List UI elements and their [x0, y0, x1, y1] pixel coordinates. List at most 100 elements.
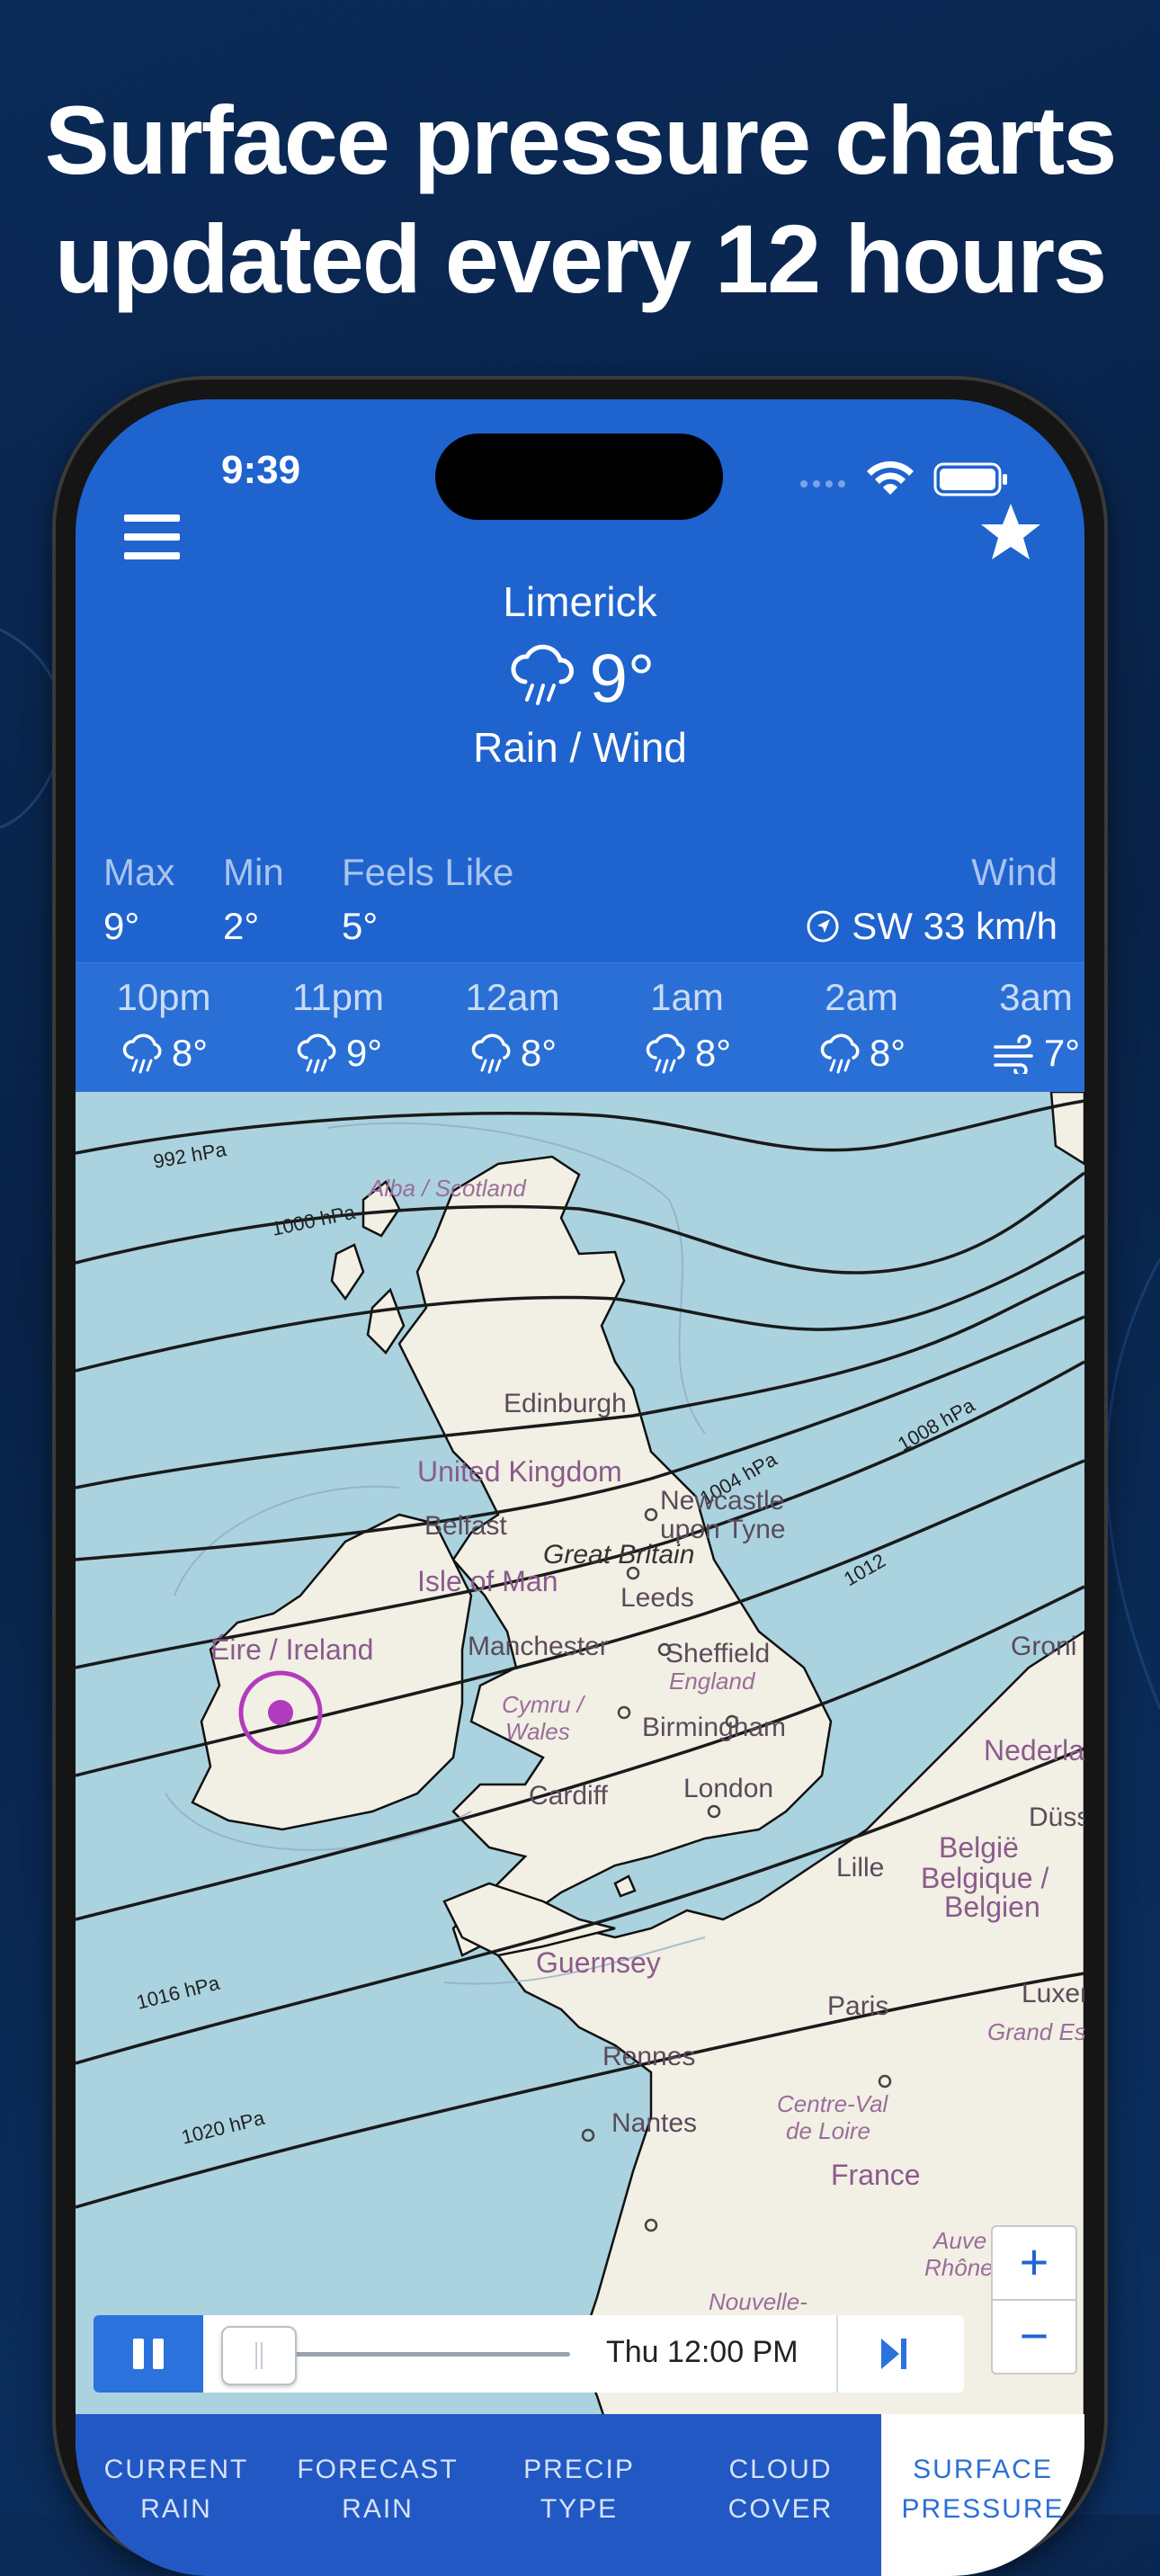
hour-temp: 8° [694, 1032, 732, 1074]
rain-cloud-icon [511, 644, 574, 705]
map-label: Birmingham [642, 1713, 787, 1742]
max-label: Max [103, 851, 175, 893]
tab-label: COVER [727, 2494, 834, 2524]
tab-label: PRESSURE [901, 2494, 1065, 2524]
wind-label: Wind [971, 851, 1057, 893]
map-label: Edinburgh [504, 1389, 627, 1418]
next-frame-button[interactable] [836, 2315, 946, 2393]
map-label: Manchester [468, 1632, 609, 1661]
hour-temp: 8° [869, 1032, 906, 1074]
headline-line-1: Surface pressure charts [44, 85, 1118, 194]
rain-cloud-icon [646, 1033, 685, 1074]
status-icons [800, 461, 1007, 496]
timeline-thumb[interactable] [221, 2326, 297, 2385]
map-label: Great Britain [543, 1540, 695, 1570]
menu-icon[interactable] [122, 507, 182, 567]
timeline-player: Thu 12:00 PM [94, 2315, 964, 2393]
headline-line-2: updated every 12 hours [54, 204, 1107, 313]
hour-forecast: 7° [946, 1032, 1084, 1078]
feels-like-label: Feels Like [342, 851, 514, 893]
rain-cloud-icon [820, 1033, 860, 1074]
map-label: België [939, 1831, 1019, 1864]
hour-time: 3am [999, 976, 1073, 1018]
pause-button[interactable] [94, 2315, 203, 2393]
map-label: Rennes [602, 2042, 696, 2071]
map-label: Lille [836, 1853, 885, 1883]
hour-temp: 9° [345, 1032, 383, 1074]
isobar-label: 1020 hPa [179, 2106, 267, 2149]
tab-label: CLOUD [728, 2455, 833, 2484]
wind-value-text: SW 33 km/h [852, 905, 1057, 947]
map-label: Düss [1029, 1802, 1084, 1832]
hour-temp: 8° [520, 1032, 558, 1074]
hour-temp: 8° [171, 1032, 209, 1074]
min-label: Min [223, 851, 284, 893]
map-label: Belfast [424, 1511, 507, 1541]
wifi-icon [867, 461, 914, 495]
favorite-star-icon[interactable] [978, 500, 1043, 565]
location-name: Limerick [503, 578, 657, 625]
dynamic-island [435, 434, 723, 520]
isobar-label: 1016 hPa [134, 1972, 222, 2014]
tab-current-rain[interactable]: CURRENT RAIN [76, 2414, 277, 2576]
tab-label: PRECIP [523, 2455, 635, 2484]
hourly-forecast[interactable]: 10pm 8° 11pm 9° 12am 8° 1am 8° 2am 8° 3a… [76, 962, 1084, 1093]
rain-cloud-icon [471, 1033, 511, 1074]
wind-icon [994, 1034, 1033, 1078]
tab-label: CURRENT [103, 2455, 249, 2484]
map-label: Grand Est [987, 2018, 1084, 2045]
hour-time: 11pm [292, 976, 384, 1018]
tab-label: RAIN [342, 2494, 414, 2524]
rain-cloud-icon [297, 1033, 336, 1074]
tab-label: FORECAST [297, 2455, 459, 2484]
zoom-in-button[interactable]: + [991, 2225, 1077, 2301]
hour-forecast: 8° [597, 1032, 777, 1078]
isobar-label: 992 hPa [152, 1138, 229, 1173]
map-label: London [683, 1774, 774, 1803]
max-value: 9° [103, 905, 140, 947]
tab-forecast-rain[interactable]: FORECAST RAIN [277, 2414, 478, 2576]
map-label: Groni [1011, 1632, 1077, 1661]
skip-forward-icon [881, 2339, 906, 2369]
pressure-map[interactable]: 992 hPa 1000 hPa 1004 hPa 1008 hPa 1012 … [76, 1092, 1084, 2450]
map-label: Éire / Ireland [210, 1633, 374, 1666]
zoom-out-button[interactable]: − [991, 2299, 1077, 2375]
map-label: Isle of Man [417, 1565, 558, 1597]
isobar-label: 1000 hPa [270, 1201, 358, 1240]
hour-forecast: 8° [772, 1032, 951, 1078]
wind-direction-icon [807, 910, 839, 943]
map-label: Paris [827, 1991, 889, 2021]
hour-forecast: 8° [76, 1032, 254, 1078]
map-label: de Loire [786, 2117, 870, 2144]
map-label: Sheffield [665, 1639, 771, 1668]
map-label: France [831, 2159, 921, 2191]
tab-label: TYPE [540, 2494, 619, 2524]
map-label: United Kingdom [417, 1455, 622, 1488]
app-screen: 9:39 Limerick 9° Rain / Wind Max 9° Min [76, 399, 1084, 2576]
tab-surface-pressure[interactable]: SURFACE PRESSURE [881, 2414, 1084, 2576]
hour-temp: 7° [1043, 1032, 1081, 1074]
map-label: Auve [933, 2227, 987, 2254]
tab-precip-type[interactable]: PRECIP TYPE [478, 2414, 680, 2576]
hour-time: 1am [650, 976, 724, 1018]
map-label: Rhône- [924, 2254, 1002, 2281]
wind-value: SW 33 km/h [805, 905, 1057, 948]
feels-like-value: 5° [342, 905, 379, 947]
map-label: Centre-Val [777, 2090, 888, 2117]
map-label: Newcastle [660, 1486, 785, 1516]
condition-text: Rain / Wind [473, 724, 687, 771]
headline: Surface pressure charts updated every 12… [0, 81, 1160, 318]
map-label: Cymru / [502, 1691, 584, 1718]
rain-cloud-icon [122, 1033, 162, 1074]
map-label: Belgien [944, 1891, 1040, 1923]
min-value: 2° [223, 905, 260, 947]
signal-dots-icon [800, 480, 845, 487]
hour-time: 12am [465, 976, 560, 1018]
map-label: Nederland [984, 1734, 1084, 1767]
hour-forecast: 9° [248, 1032, 428, 1078]
map-label: Nantes [611, 2108, 698, 2138]
hour-time: 2am [825, 976, 898, 1018]
tab-cloud-cover[interactable]: CLOUD COVER [680, 2414, 881, 2576]
battery-icon [933, 462, 1007, 496]
hour-time: 10pm [116, 976, 211, 1018]
